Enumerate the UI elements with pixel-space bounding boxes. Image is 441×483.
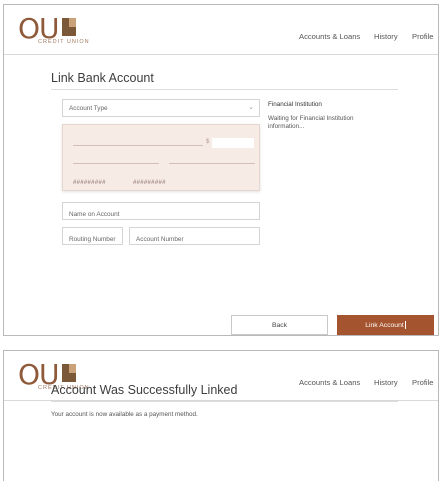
account-type-label: Account Type xyxy=(69,105,108,112)
financial-institution-heading: Financial Institution xyxy=(268,101,322,108)
credit-union-logo[interactable]: OU CREDIT UNION xyxy=(18,12,118,48)
account-number-field[interactable] xyxy=(129,227,260,248)
nav-profile[interactable]: Profile xyxy=(412,378,434,387)
check-account-digits: ######### xyxy=(133,180,166,186)
name-on-account-input[interactable] xyxy=(63,206,259,223)
nav-history[interactable]: History xyxy=(374,378,398,387)
nav-accounts-loans[interactable]: Accounts & Loans xyxy=(299,32,360,41)
check-routing-digits: ######### xyxy=(73,180,106,186)
routing-number-field[interactable] xyxy=(62,227,123,248)
name-on-account-field[interactable] xyxy=(62,202,260,223)
check-illustration: $ ######### ######### xyxy=(62,124,260,191)
logo-r-mark-icon xyxy=(62,364,76,382)
link-bank-account-screen: OU CREDIT UNION Accounts & Loans History… xyxy=(3,4,439,336)
back-button[interactable]: Back xyxy=(231,315,328,335)
top-navigation-bar: OU CREDIT UNION Accounts & Loans History… xyxy=(4,5,438,55)
nav-accounts-loans[interactable]: Accounts & Loans xyxy=(299,378,360,387)
nav-history[interactable]: History xyxy=(374,32,398,41)
routing-number-input[interactable] xyxy=(63,231,122,248)
back-button-label: Back xyxy=(271,321,288,329)
link-account-button[interactable]: Link Account xyxy=(337,315,434,335)
logo-subtitle: CREDIT UNION xyxy=(38,39,90,45)
account-number-input[interactable] xyxy=(130,231,259,248)
check-dollar-sign: $ xyxy=(206,139,210,145)
check-amount-box xyxy=(212,138,254,148)
link-account-button-label: Link Account xyxy=(365,321,404,329)
check-memo-line xyxy=(73,163,159,164)
logo-r-mark-icon xyxy=(62,18,76,36)
page-title: Link Bank Account xyxy=(51,71,154,85)
text-cursor-icon xyxy=(404,321,406,329)
chevron-down-icon: ⌄ xyxy=(248,104,254,111)
nav-profile[interactable]: Profile xyxy=(412,32,434,41)
title-divider xyxy=(51,401,398,402)
account-linked-screen: OU CREDIT UNION Accounts & Loans History… xyxy=(3,350,439,481)
success-message: Your account is now available as a payme… xyxy=(51,411,198,418)
financial-institution-status: Waiting for Financial Institution inform… xyxy=(268,115,354,130)
success-title: Account Was Successfully Linked xyxy=(51,383,238,397)
check-signature-line xyxy=(169,163,255,164)
check-payee-line xyxy=(73,145,203,146)
title-divider xyxy=(51,89,398,90)
account-type-select[interactable]: Account Type ⌄ xyxy=(62,99,260,117)
